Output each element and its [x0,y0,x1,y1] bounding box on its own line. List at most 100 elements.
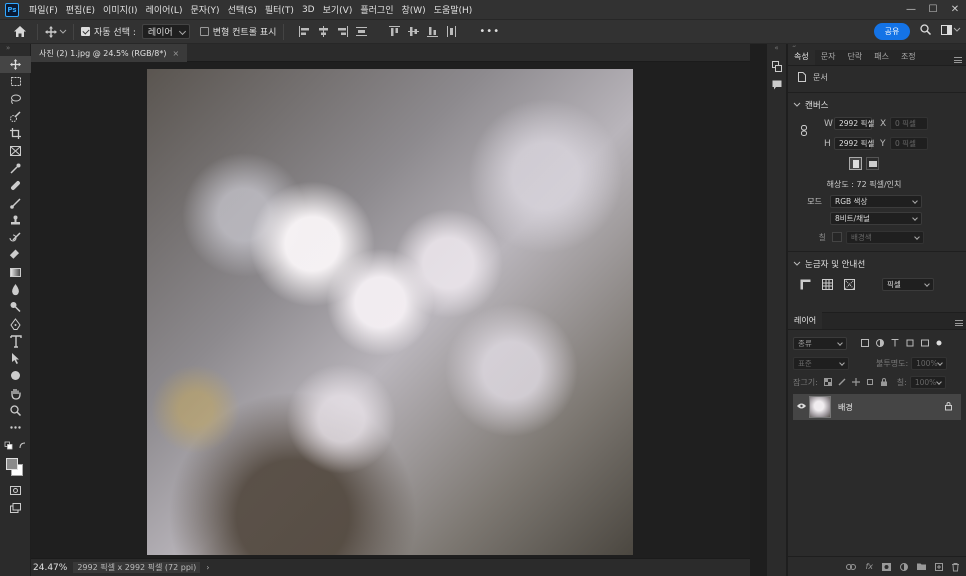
distribute-horizontal-icon[interactable] [446,26,457,37]
tab-character[interactable]: 문자 [815,47,842,65]
foreground-color-swatch[interactable] [6,457,18,470]
landscape-button[interactable] [866,157,879,170]
menu-filter[interactable]: 필터(T) [261,3,298,16]
lock-artboard-icon[interactable] [866,378,874,386]
quick-selection-tool[interactable] [0,108,31,125]
edit-toolbar-button[interactable] [0,419,31,436]
menu-help[interactable]: 도움말(H) [430,3,477,16]
height-input[interactable]: 2992 픽셀 [834,137,874,150]
tab-properties[interactable]: 속성 [788,47,815,65]
tab-adjustments[interactable]: 조정 [895,47,922,65]
eraser-tool[interactable] [0,246,31,263]
menu-layer[interactable]: 레이어(L) [142,3,187,16]
filter-toggle-icon[interactable] [936,340,942,346]
dodge-tool[interactable] [0,298,31,315]
minimize-button[interactable]: — [900,0,922,19]
panel-menu-icon[interactable] [954,57,962,63]
fx-icon[interactable]: fx [865,562,873,571]
more-options-button[interactable]: ••• [479,26,500,37]
quick-mask-button[interactable] [0,482,31,499]
history-brush-tool[interactable] [0,229,31,246]
close-button[interactable]: ✕ [944,0,966,19]
share-button[interactable]: 공유 [874,23,910,40]
menu-edit[interactable]: 편집(E) [62,3,99,16]
align-right-icon[interactable] [337,26,349,37]
status-menu-arrow[interactable]: › [206,563,209,572]
align-top-icon[interactable] [389,26,401,37]
healing-brush-tool[interactable] [0,177,31,194]
crop-tool[interactable] [0,125,31,142]
add-mask-icon[interactable] [882,562,891,571]
comments-panel-button[interactable] [767,76,786,94]
menu-3d[interactable]: 3D [298,5,319,15]
layer-filter-select[interactable]: 종류 [793,336,847,350]
hand-tool[interactable] [0,385,31,402]
layers-panel-menu-icon[interactable] [955,320,963,326]
eyedropper-tool[interactable] [0,160,31,177]
x-input[interactable]: 0 픽셀 [890,117,928,130]
menu-type[interactable]: 문자(Y) [186,3,223,16]
align-left-icon[interactable] [299,26,310,37]
blur-tool[interactable] [0,281,31,298]
canvas-workspace[interactable] [31,62,750,558]
menu-image[interactable]: 이미지(I) [99,3,142,16]
move-tool-preset[interactable] [45,25,67,38]
mode-select[interactable]: RGB 색상 [830,195,922,208]
trash-icon[interactable] [952,562,959,571]
close-tab-icon[interactable]: × [172,49,179,58]
brush-tool[interactable] [0,194,31,211]
bit-depth-select[interactable]: 8비트/채널 [830,212,922,225]
auto-select-dropdown[interactable]: 레이어 [141,24,190,39]
adjustment-layer-icon[interactable] [900,562,908,571]
move-tool[interactable] [0,56,31,74]
search-icon[interactable] [920,24,932,36]
canvas-image[interactable] [147,69,633,555]
pixel-filter-icon[interactable] [861,339,869,347]
visibility-eye-icon[interactable] [797,403,806,409]
blend-mode-select[interactable]: 표준 [793,356,849,370]
pen-tool[interactable] [0,315,31,332]
opacity-input[interactable]: 100% [911,356,948,370]
type-filter-icon[interactable] [891,339,899,347]
guides-icon[interactable] [844,278,855,290]
fill-select[interactable]: 배경색 [846,230,924,244]
marquee-tool[interactable] [0,73,31,90]
frame-tool[interactable] [0,142,31,159]
layer-fill-input[interactable]: 100% [909,375,946,389]
document-tab[interactable]: 사진 (2) 1.jpg @ 24.5% (RGB/8*) × [31,44,188,62]
menu-file[interactable]: 파일(F) [25,3,62,16]
y-input[interactable]: 0 픽셀 [890,137,928,150]
new-group-icon[interactable] [917,563,926,570]
menu-view[interactable]: 보기(V) [319,3,357,16]
grid-icon[interactable] [822,278,833,290]
menu-plugins[interactable]: 플러그인 [356,3,397,16]
zoom-tool[interactable] [0,402,31,419]
lock-position-icon[interactable] [851,378,860,386]
screen-mode-button[interactable] [0,499,31,516]
align-horizontal-center-icon[interactable] [318,26,329,37]
history-panel-button[interactable] [767,56,786,76]
lock-all-icon[interactable] [880,378,888,386]
auto-select-checkbox[interactable] [81,27,90,36]
type-tool[interactable] [0,333,31,350]
gradient-tool[interactable] [0,264,31,281]
rulers-section-header[interactable]: 눈금자 및 안내선 [788,256,966,272]
link-icon[interactable] [801,125,807,136]
align-bottom-icon[interactable] [427,26,439,37]
canvas-section-header[interactable]: 캔버스 [788,97,966,113]
portrait-button[interactable] [849,157,862,170]
link-layers-icon[interactable] [846,563,857,570]
path-selection-tool[interactable] [0,350,31,367]
clone-stamp-tool[interactable] [0,212,31,229]
menu-select[interactable]: 선택(S) [224,3,261,16]
zoom-level[interactable]: 24.47% [33,563,67,573]
lock-transparent-icon[interactable] [823,378,832,386]
home-icon[interactable] [10,26,30,37]
adjustment-filter-icon[interactable] [876,339,884,347]
fill-swatch[interactable] [832,232,842,242]
tab-layers[interactable]: 레이어 [788,311,823,329]
lock-pixels-icon[interactable] [838,378,846,386]
menu-window[interactable]: 창(W) [397,3,429,16]
width-input[interactable]: 2992 픽셀 [834,117,874,130]
align-vertical-center-icon[interactable] [408,26,420,37]
